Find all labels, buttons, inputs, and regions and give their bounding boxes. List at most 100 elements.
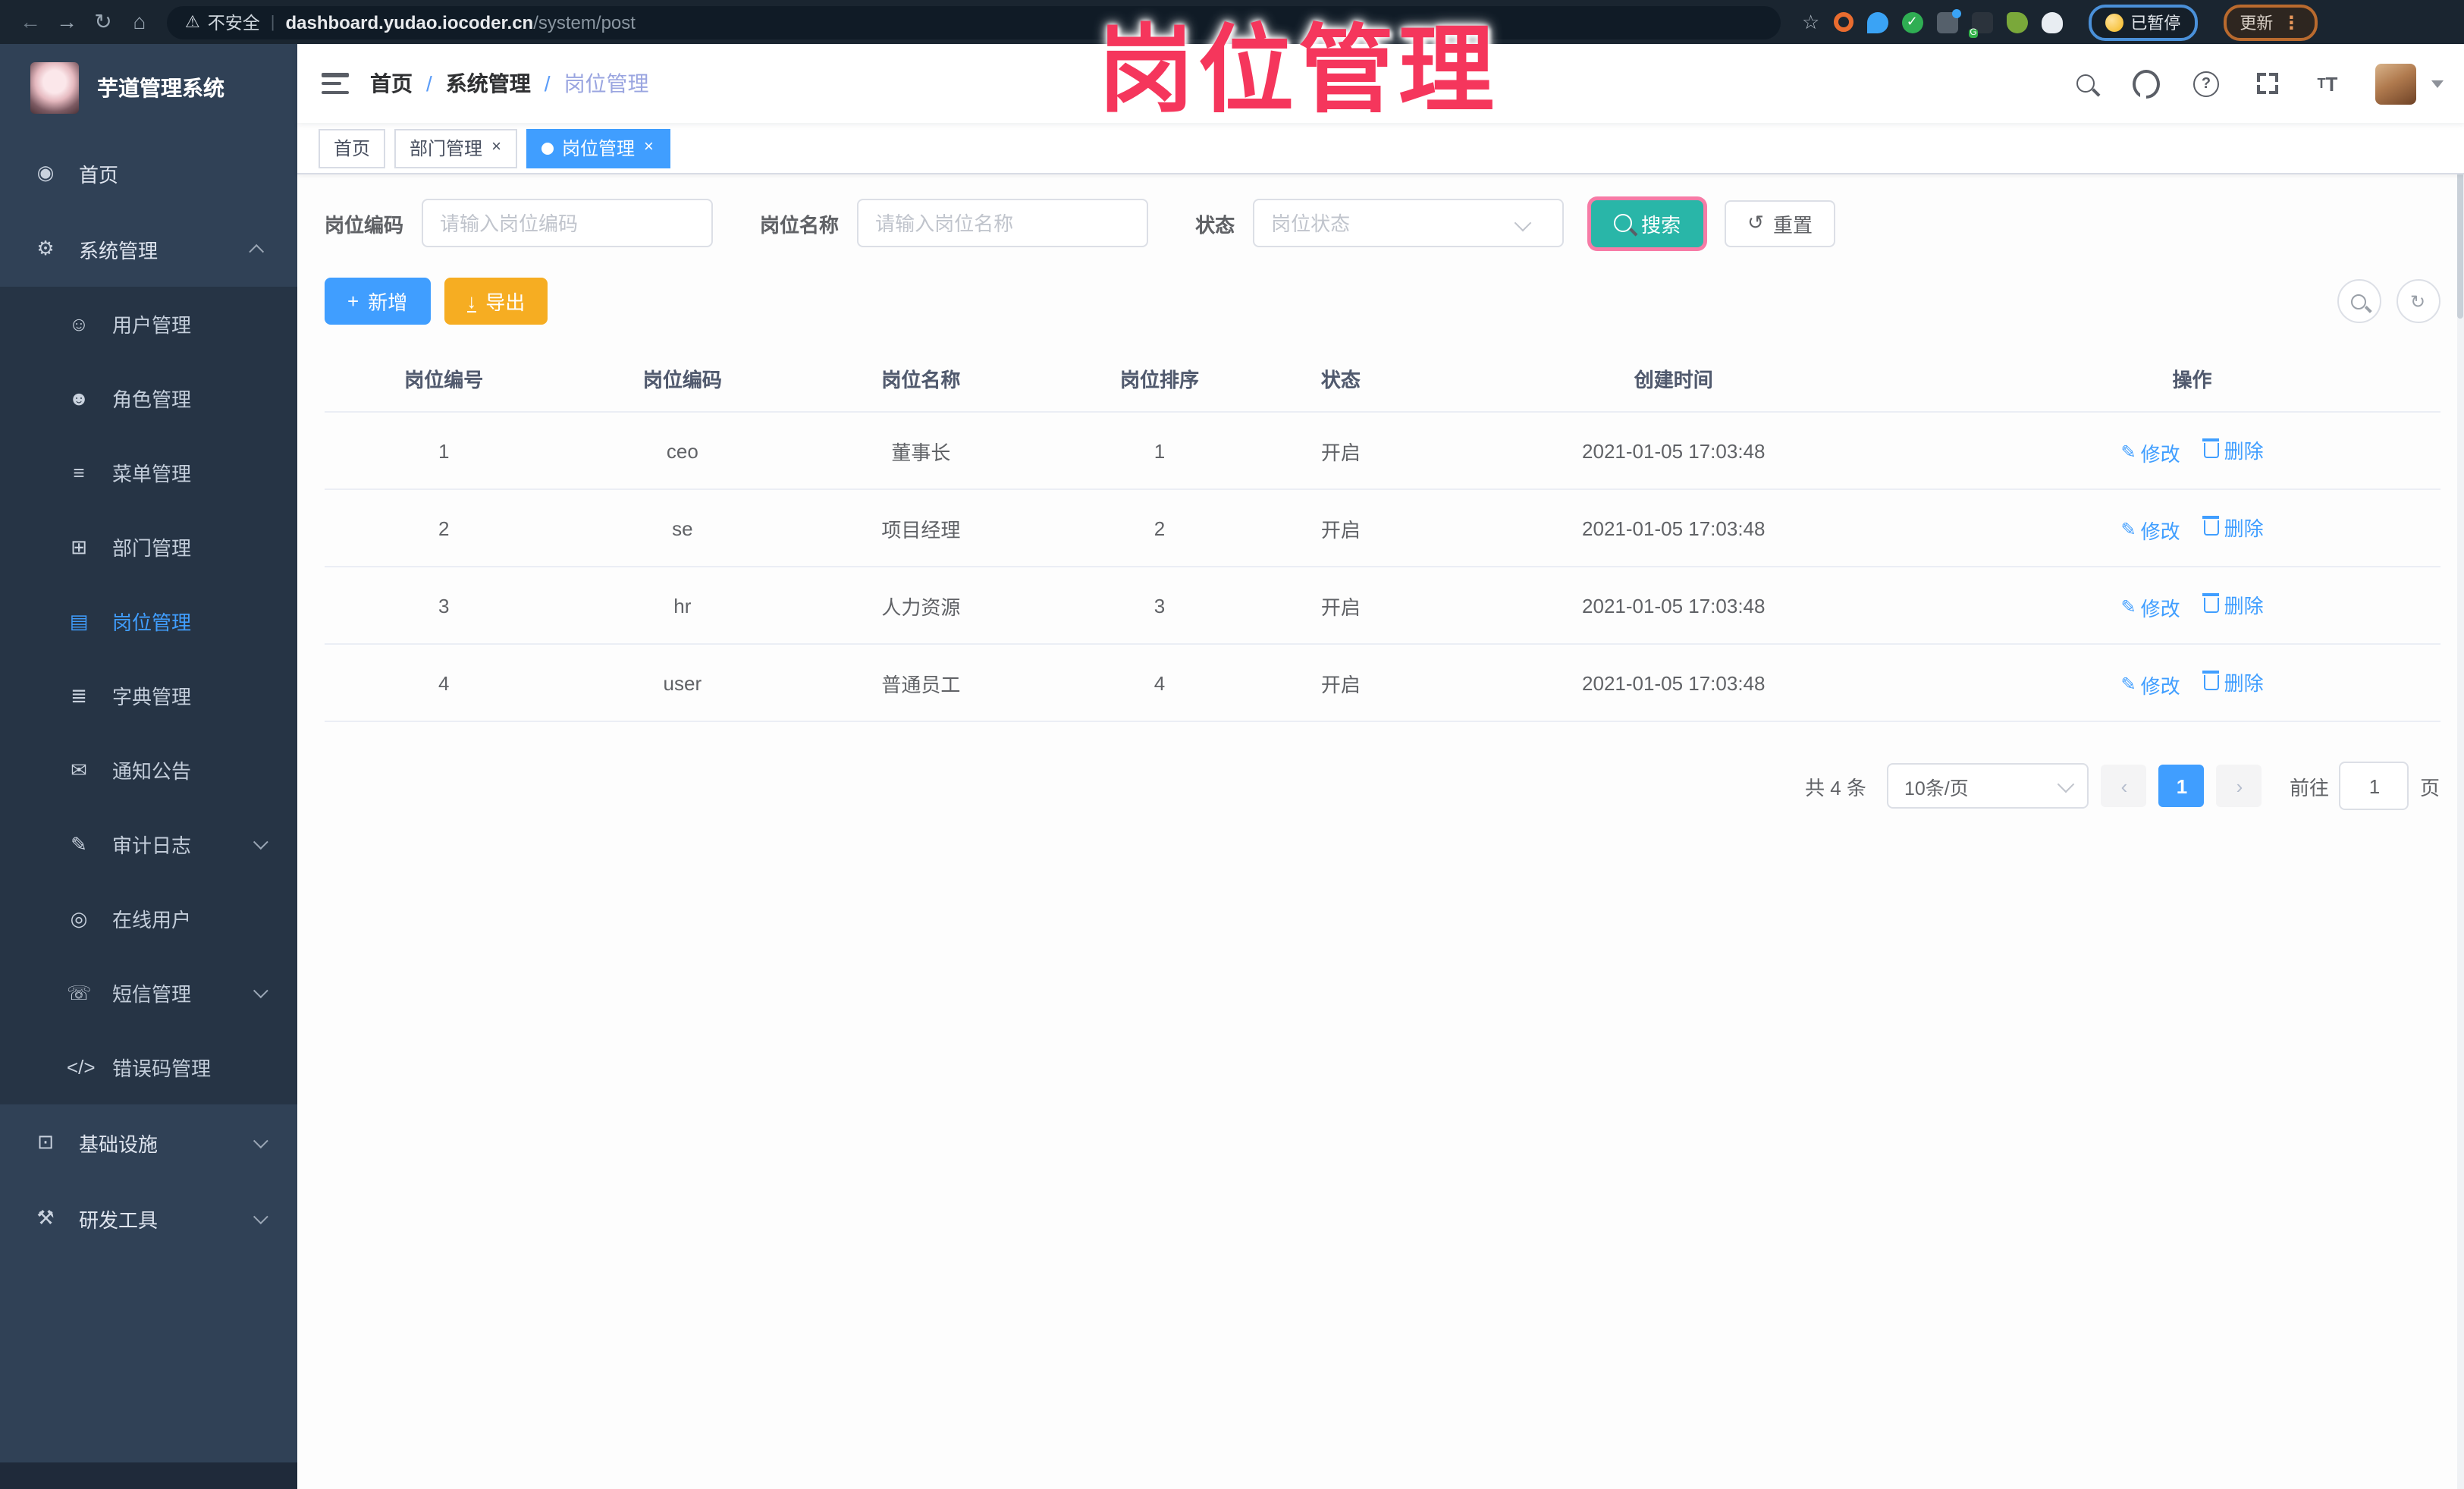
cell-created: 2021-01-05 17:03:48 bbox=[1402, 567, 1945, 645]
extension-paw-icon[interactable] bbox=[2041, 11, 2063, 33]
sidebar-item-部门管理[interactable]: ⊞ 部门管理 bbox=[0, 510, 297, 584]
tab-首页[interactable]: 首页 bbox=[319, 128, 386, 168]
sidebar-item-通知公告[interactable]: ✉ 通知公告 bbox=[0, 733, 297, 807]
page-number-button[interactable]: 1 bbox=[2158, 765, 2205, 807]
prev-page-button[interactable]: ‹ bbox=[2101, 765, 2147, 807]
user-icon: ☺ bbox=[68, 313, 89, 335]
avatar[interactable] bbox=[2375, 63, 2415, 104]
delete-link[interactable]: 删除 bbox=[2201, 667, 2264, 696]
column-header-岗位编码: 岗位编码 bbox=[563, 344, 802, 413]
edit-link[interactable]: ✎ 修改 bbox=[2120, 438, 2180, 466]
github-icon[interactable] bbox=[2132, 69, 2159, 98]
sidebar-item-菜单管理[interactable]: ≡ 菜单管理 bbox=[0, 435, 297, 510]
browser-menu-icon[interactable]: ⋮ bbox=[2282, 11, 2300, 33]
chevron-down-icon bbox=[253, 983, 268, 999]
sidebar-item-短信管理[interactable]: ☏ 短信管理 bbox=[0, 956, 297, 1030]
sidebar-item-角色管理[interactable]: ☻ 角色管理 bbox=[0, 361, 297, 435]
address-bar[interactable]: ⚠ 不安全 | dashboard.yudao.iocoder.cn/syste… bbox=[167, 5, 1781, 39]
sidebar-item-基础设施[interactable]: ⊡ 基础设施 bbox=[0, 1104, 297, 1180]
breadcrumb-item-系统管理[interactable]: 系统管理 bbox=[446, 68, 531, 99]
tab-岗位管理[interactable]: 岗位管理 × bbox=[526, 128, 670, 168]
post-code-input[interactable] bbox=[422, 199, 714, 247]
sidebar-item-在线用户[interactable]: ◎ 在线用户 bbox=[0, 881, 297, 956]
sidebar-item-用户管理[interactable]: ☺ 用户管理 bbox=[0, 287, 297, 361]
sidebar-item-label: 用户管理 bbox=[112, 314, 192, 337]
extension-leaf-icon[interactable] bbox=[2006, 11, 2028, 33]
sidebar-item-系统管理[interactable]: ⚙ 系统管理 bbox=[0, 211, 297, 287]
edit-link[interactable]: ✎ 修改 bbox=[2120, 592, 2180, 621]
close-icon[interactable]: × bbox=[490, 138, 503, 158]
sidebar-item-研发工具[interactable]: ⚒ 研发工具 bbox=[0, 1180, 297, 1256]
app-logo-row[interactable]: 芋道管理系统 bbox=[0, 44, 297, 135]
back-icon[interactable]: ← bbox=[12, 0, 49, 44]
help-icon[interactable]: ? bbox=[2192, 70, 2220, 97]
screen: ← → ↻ ⌂ ⚠ 不安全 | dashboard.yudao.iocoder.… bbox=[0, 0, 2464, 1489]
close-icon[interactable]: × bbox=[642, 138, 655, 158]
fullscreen-icon[interactable] bbox=[2253, 70, 2280, 97]
page-scrollbar[interactable] bbox=[2456, 88, 2464, 1489]
sidebar-item-错误码管理[interactable]: </> 错误码管理 bbox=[0, 1030, 297, 1104]
page-size-select[interactable]: 10条/页 bbox=[1887, 763, 2089, 809]
search-icon bbox=[1614, 214, 1633, 232]
search-toggle-button[interactable] bbox=[2337, 279, 2381, 323]
delete-link[interactable]: 删除 bbox=[2201, 512, 2264, 541]
cell-status: 开启 bbox=[1279, 567, 1403, 645]
home-icon[interactable]: ⌂ bbox=[121, 0, 158, 44]
hamburger-icon[interactable] bbox=[322, 73, 349, 94]
chevron-down-icon bbox=[253, 1208, 268, 1224]
forward-icon[interactable]: → bbox=[49, 0, 85, 44]
breadcrumb-item-首页[interactable]: 首页 bbox=[370, 68, 413, 99]
security-label[interactable]: 不安全 bbox=[208, 10, 260, 34]
cell-code: hr bbox=[563, 567, 802, 645]
edit-link[interactable]: ✎ 修改 bbox=[2120, 515, 2180, 544]
add-button[interactable]: + 新增 bbox=[325, 278, 431, 325]
navbar-actions: ? TT bbox=[2071, 63, 2443, 104]
next-page-button[interactable]: › bbox=[2216, 765, 2262, 807]
tab-部门管理[interactable]: 部门管理 × bbox=[394, 128, 518, 168]
goto-page-input[interactable] bbox=[2339, 762, 2409, 810]
annotation-title: 岗位管理 bbox=[1098, 18, 1499, 124]
extension-pin-icon[interactable] bbox=[1866, 11, 1888, 33]
status-select[interactable] bbox=[1253, 199, 1565, 247]
browser-extensions: ☆ ✓ G 已暂停 更新 ⋮ bbox=[1802, 4, 2318, 40]
edit-link[interactable]: ✎ 修改 bbox=[2120, 670, 2180, 699]
paused-badge[interactable]: 已暂停 bbox=[2088, 4, 2198, 40]
refresh-button[interactable]: ↻ bbox=[2396, 279, 2440, 323]
font-size-icon[interactable]: TT bbox=[2314, 70, 2341, 97]
sidebar-footer bbox=[0, 1462, 297, 1489]
sidebar-item-label: 审计日志 bbox=[112, 834, 192, 857]
extension-wechat-icon[interactable]: G bbox=[1968, 11, 1993, 37]
cell-created: 2021-01-05 17:03:48 bbox=[1402, 489, 1945, 567]
delete-link[interactable]: 删除 bbox=[2201, 435, 2264, 463]
search-button[interactable]: 搜索 bbox=[1591, 199, 1704, 247]
edit-pencil-icon: ✎ bbox=[2120, 441, 2136, 463]
sidebar-item-label: 角色管理 bbox=[112, 388, 192, 411]
edit-pencil-icon: ✎ bbox=[2120, 596, 2136, 617]
post-icon: ▤ bbox=[69, 609, 89, 632]
sidebar-item-首页[interactable]: ◉ 首页 bbox=[0, 135, 297, 211]
bookmark-star-icon[interactable]: ☆ bbox=[1802, 10, 1819, 33]
cell-id: 2 bbox=[325, 489, 563, 567]
sidebar-item-岗位管理[interactable]: ▤ 岗位管理 bbox=[0, 584, 297, 658]
chevron-down-icon[interactable] bbox=[2431, 80, 2443, 87]
sidebar-item-审计日志[interactable]: ✎ 审计日志 bbox=[0, 807, 297, 881]
delete-link[interactable]: 删除 bbox=[2201, 589, 2264, 618]
status-label: 状态 bbox=[1195, 213, 1235, 236]
reset-button[interactable]: ↺ 重置 bbox=[1725, 199, 1835, 247]
url-domain: dashboard.yudao.iocoder.cn bbox=[285, 11, 534, 33]
extension-orange-icon[interactable] bbox=[1833, 12, 1853, 32]
reload-icon[interactable]: ↻ bbox=[85, 0, 121, 44]
tab-label: 岗位管理 bbox=[561, 138, 635, 159]
export-button[interactable]: ↓ 导出 bbox=[444, 278, 548, 325]
sidebar-item-字典管理[interactable]: ≣ 字典管理 bbox=[0, 658, 297, 733]
column-header-岗位名称: 岗位名称 bbox=[802, 344, 1041, 413]
search-icon[interactable] bbox=[2071, 70, 2098, 97]
extension-check-icon[interactable]: ✓ bbox=[1901, 11, 1923, 33]
extension-grid-icon[interactable] bbox=[1936, 8, 1961, 33]
update-button[interactable]: 更新 ⋮ bbox=[2223, 4, 2318, 40]
notice-icon: ✉ bbox=[71, 758, 87, 781]
sidebar-item-label: 基础设施 bbox=[79, 1132, 159, 1155]
sidebar-item-label: 错误码管理 bbox=[112, 1057, 212, 1080]
status-select-input[interactable] bbox=[1253, 199, 1565, 247]
post-name-input[interactable] bbox=[857, 199, 1149, 247]
